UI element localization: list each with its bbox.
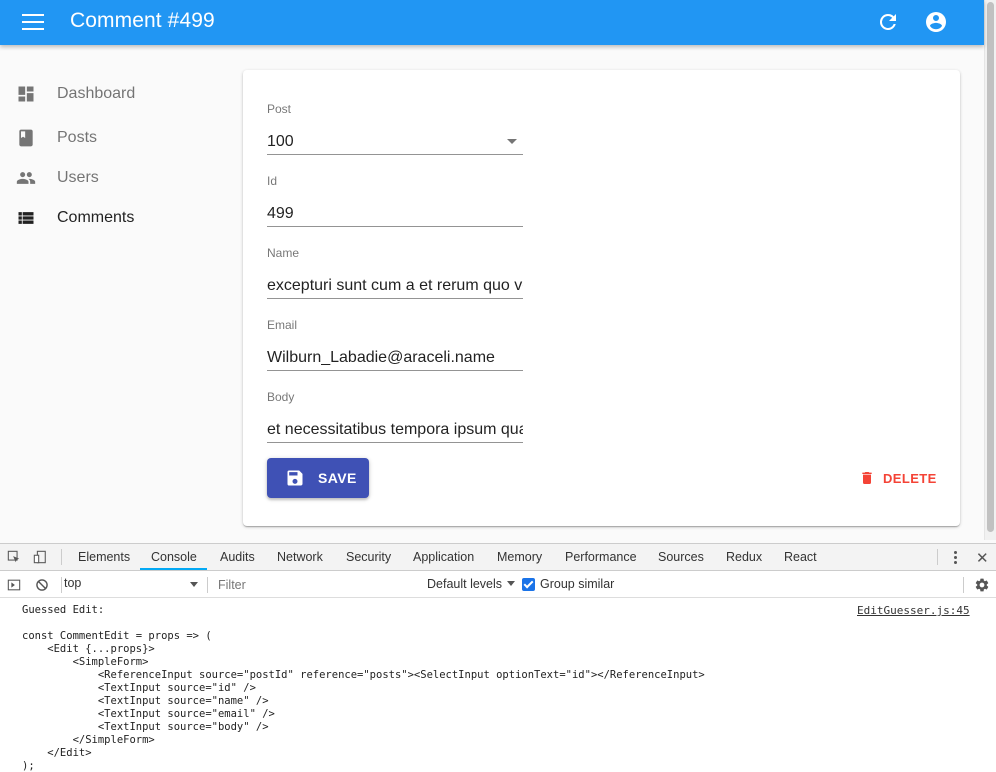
log-levels-label: Default levels: [427, 577, 503, 591]
divider: [207, 577, 208, 593]
people-icon: [16, 172, 36, 184]
sidebar-item-comments[interactable]: Comments: [0, 198, 230, 238]
post-select[interactable]: 100: [267, 128, 523, 155]
tab-react[interactable]: React: [784, 550, 817, 564]
field-label: Email: [267, 318, 298, 332]
context-select[interactable]: top: [64, 576, 202, 594]
id-field[interactable]: Id 499: [267, 174, 523, 227]
app-bar: Comment #499: [0, 0, 984, 45]
refresh-icon[interactable]: [876, 10, 900, 34]
field-label: Name: [267, 246, 300, 260]
save-icon: [287, 470, 303, 486]
tab-memory[interactable]: Memory: [497, 550, 542, 564]
scrollbar-thumb[interactable]: [987, 2, 994, 532]
email-field[interactable]: Email Wilburn_Labadie@araceli.name: [267, 318, 523, 371]
gear-icon[interactable]: [974, 577, 990, 593]
filter-input[interactable]: [213, 576, 420, 594]
tab-sources[interactable]: Sources: [658, 550, 704, 564]
more-options-icon[interactable]: [951, 550, 959, 566]
delete-button[interactable]: DELETE: [851, 464, 937, 492]
save-button-label: SAVE: [318, 470, 357, 486]
active-tab-indicator: [140, 568, 207, 570]
field-label: Body: [267, 390, 295, 404]
tab-security[interactable]: Security: [346, 550, 391, 564]
sidebar-item-label: Dashboard: [57, 85, 136, 102]
sidebar-toggle-icon[interactable]: [7, 578, 21, 592]
tab-network[interactable]: Network: [277, 550, 323, 564]
divider: [963, 577, 964, 593]
log-levels-select[interactable]: Default levels: [427, 577, 516, 591]
devtools-panel: Elements Console Audits Network Security…: [0, 543, 996, 772]
edit-form-card: Post 100 Id 499 Name excepturi sunt cum …: [243, 70, 960, 526]
divider: [61, 577, 62, 593]
dropdown-arrow-icon: [507, 581, 516, 586]
sidebar-item-dashboard[interactable]: Dashboard: [0, 74, 230, 114]
field-label: Post: [267, 102, 292, 116]
tab-elements[interactable]: Elements: [78, 550, 130, 564]
email-input[interactable]: Wilburn_Labadie@araceli.name: [267, 344, 523, 371]
id-input[interactable]: 499: [267, 200, 523, 227]
console-message: Guessed Edit:: [22, 604, 105, 616]
console-output: Guessed Edit: EditGuesser.js:45 const Co…: [0, 599, 996, 772]
post-select-field[interactable]: Post 100: [267, 102, 523, 155]
sidebar-item-posts[interactable]: Posts: [0, 118, 230, 158]
sidebar-item-label: Posts: [57, 129, 98, 146]
tab-application[interactable]: Application: [413, 550, 474, 564]
dashboard-icon: [18, 86, 34, 102]
delete-button-label: DELETE: [883, 471, 937, 486]
page-title: Comment #499: [70, 9, 215, 32]
body-input[interactable]: et necessitatibus tempora ipsum quaerat …: [267, 416, 523, 443]
post-select-value: 100: [267, 133, 294, 150]
dropdown-arrow-icon: [190, 582, 198, 587]
group-similar-checkbox[interactable]: [522, 578, 535, 591]
name-field[interactable]: Name excepturi sunt cum a et rerum quo v…: [267, 246, 523, 299]
clear-console-icon[interactable]: [35, 578, 49, 592]
list-icon: [18, 212, 34, 224]
name-input[interactable]: excepturi sunt cum a et rerum quo volupt…: [267, 272, 523, 299]
save-button[interactable]: SAVE: [267, 458, 369, 498]
page-scrollbar[interactable]: [984, 0, 996, 540]
console-toolbar: top Default levels Group similar: [0, 572, 996, 598]
book-icon: [19, 129, 33, 147]
sidebar-item-label: Users: [57, 169, 99, 186]
context-select-value: top: [64, 576, 82, 590]
sidebar-item-label: Comments: [57, 209, 135, 226]
group-similar-label: Group similar: [540, 577, 615, 591]
device-toolbar-icon[interactable]: [33, 550, 47, 564]
source-link[interactable]: EditGuesser.js:45: [857, 604, 970, 617]
tab-audits[interactable]: Audits: [220, 550, 255, 564]
delete-icon: [862, 472, 872, 484]
inspect-element-icon[interactable]: [7, 550, 21, 564]
field-label: Id: [267, 174, 278, 188]
dropdown-arrow-icon: [507, 139, 517, 144]
devtools-tab-bar: Elements Console Audits Network Security…: [0, 544, 996, 571]
menu-icon[interactable]: [22, 14, 44, 30]
sidebar-item-users[interactable]: Users: [0, 158, 230, 198]
tab-redux[interactable]: Redux: [726, 550, 762, 564]
body-field[interactable]: Body et necessitatibus tempora ipsum qua…: [267, 390, 523, 443]
tab-console[interactable]: Console: [151, 550, 197, 564]
account-circle-icon[interactable]: [924, 10, 948, 34]
tab-performance[interactable]: Performance: [565, 550, 637, 564]
console-code: const CommentEdit = props => ( <Edit {..…: [22, 630, 705, 772]
divider: [61, 549, 62, 565]
close-icon[interactable]: ✕: [976, 549, 989, 567]
divider: [937, 549, 938, 565]
